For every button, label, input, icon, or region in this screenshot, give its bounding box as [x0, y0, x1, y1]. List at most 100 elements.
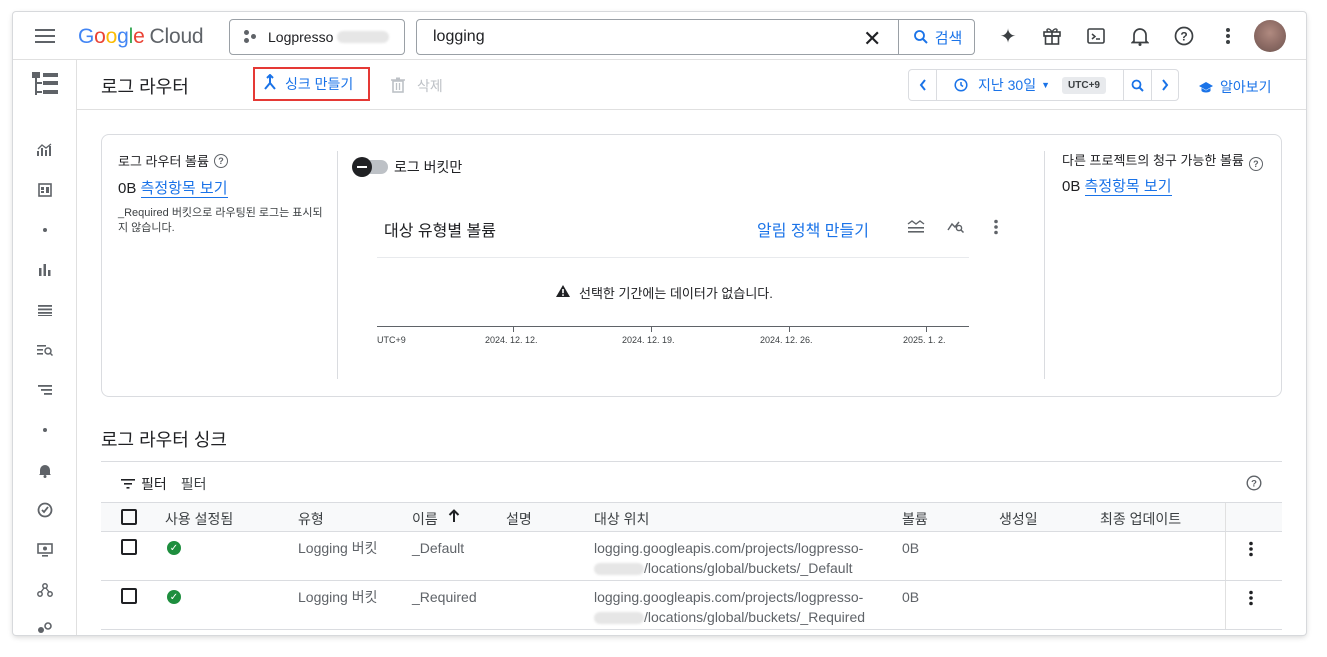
select-all-checkbox[interactable]: [121, 509, 137, 525]
logging-product-icon[interactable]: [30, 70, 60, 98]
svg-text:?: ?: [1251, 479, 1257, 490]
row-checkbox[interactable]: [121, 539, 137, 555]
search-button[interactable]: 검색: [898, 20, 975, 54]
chart-more-icon[interactable]: [993, 219, 999, 239]
monitor-icon[interactable]: [35, 540, 55, 560]
filter-bar: 필터 필터 ?: [101, 462, 1282, 503]
cloud-shell-icon[interactable]: [1084, 24, 1108, 48]
gift-icon[interactable]: [1040, 24, 1064, 48]
zoom-icon: [1131, 79, 1144, 92]
other-projects-value: 0B: [1062, 178, 1081, 195]
left-nav-rail: [13, 60, 77, 635]
row-name[interactable]: _Required: [412, 587, 477, 607]
x-tick: [513, 327, 514, 332]
explore-chart-icon[interactable]: [947, 219, 965, 237]
alerting-icon[interactable]: [35, 460, 55, 480]
row-type: Logging 버킷: [298, 589, 378, 605]
redacted-text: [594, 563, 644, 576]
sinks-table: 필터 필터 ? 사용 설정됨 유형 이름 설명 대상 위치 볼륨 생성일 최종 …: [101, 461, 1282, 630]
router-volume-value: 0B: [118, 180, 137, 197]
x-tick-label: 2025. 1. 2.: [903, 335, 946, 345]
logs-list-icon[interactable]: [35, 300, 55, 320]
avatar[interactable]: [1254, 20, 1286, 52]
nav-separator-dot: [35, 420, 55, 440]
col-name[interactable]: 이름: [412, 509, 460, 529]
help-icon[interactable]: ?: [1246, 475, 1262, 496]
filter-icon: [121, 476, 135, 492]
google-cloud-logo[interactable]: Google Cloud: [78, 25, 204, 49]
filter-label: 필터: [141, 476, 167, 492]
logs-search-icon[interactable]: [35, 340, 55, 360]
svg-text:?: ?: [1180, 30, 1187, 44]
other-projects-panel: 다른 프로젝트의 청구 가능한 볼륨? 0B 측정항목 보기: [1062, 151, 1267, 196]
learn-button[interactable]: 알아보기: [1198, 77, 1272, 97]
row-more-icon[interactable]: [1248, 590, 1254, 606]
time-forward-button[interactable]: [1152, 70, 1178, 100]
metrics-explorer-icon[interactable]: [35, 140, 55, 160]
more-vert-icon[interactable]: [1216, 24, 1240, 48]
row-destination: logging.googleapis.com/projects/logpress…: [594, 589, 866, 625]
notifications-icon[interactable]: [1128, 24, 1152, 48]
column-divider: [1225, 581, 1226, 629]
log-router-icon[interactable]: [35, 380, 55, 400]
router-volume-label: 로그 라우터 볼륨: [118, 154, 209, 169]
bucket-only-toggle[interactable]: 로그 버킷만: [352, 157, 462, 177]
required-note: _Required 버킷으로 라우팅된 로그는 표시되지 않습니다.: [118, 207, 323, 234]
filter-control[interactable]: 필터 필터: [121, 474, 207, 494]
help-icon[interactable]: ?: [213, 153, 228, 168]
uptime-check-icon[interactable]: [35, 500, 55, 520]
dashboard-icon[interactable]: [35, 180, 55, 200]
col-enabled[interactable]: 사용 설정됨: [165, 509, 233, 529]
bar-chart-icon[interactable]: [35, 260, 55, 280]
timezone-badge: UTC+9: [1062, 76, 1106, 94]
time-back-button[interactable]: [909, 70, 937, 100]
x-tick-label: 2024. 12. 19.: [622, 335, 675, 345]
row-checkbox[interactable]: [121, 588, 137, 604]
x-axis-timezone: UTC+9: [377, 335, 406, 345]
gemini-icon[interactable]: ✦: [996, 24, 1020, 48]
redacted-text: [337, 31, 390, 43]
create-sink-button[interactable]: 싱크 만들기: [253, 67, 370, 101]
delete-button[interactable]: 삭제: [391, 76, 443, 96]
check-circle-icon: ✓: [167, 541, 181, 555]
create-alert-policy-link[interactable]: 알림 정책 만들기: [757, 217, 869, 241]
project-picker[interactable]: Logpresso: [229, 19, 405, 55]
row-volume: 0B: [902, 540, 920, 556]
search-icon: [913, 30, 928, 44]
school-icon: [1199, 81, 1213, 92]
clear-icon[interactable]: ✕: [863, 26, 881, 52]
col-updated[interactable]: 최종 업데이트: [1100, 509, 1181, 529]
other-projects-label: 다른 프로젝트의 청구 가능한 볼륨: [1062, 153, 1244, 168]
row-type: Logging 버킷: [298, 540, 378, 556]
trash-icon: [391, 77, 405, 96]
col-volume[interactable]: 볼륨: [902, 509, 928, 529]
integrations-icon[interactable]: [35, 618, 55, 635]
chevron-left-icon: [919, 79, 926, 91]
project-name: Logpresso: [268, 29, 334, 45]
col-created[interactable]: 생성일: [999, 509, 1038, 529]
col-description[interactable]: 설명: [506, 509, 532, 529]
menu-icon[interactable]: [35, 29, 55, 43]
row-name[interactable]: _Default: [412, 538, 464, 558]
table-row: ✓ Logging 버킷 _Default logging.googleapis…: [101, 532, 1282, 581]
no-data-message: 선택한 기간에는 데이터가 없습니다.: [555, 283, 773, 302]
help-icon[interactable]: ?: [1172, 24, 1196, 48]
col-destination[interactable]: 대상 위치: [594, 509, 649, 529]
x-tick-label: 2024. 12. 26.: [760, 335, 813, 345]
x-tick: [651, 327, 652, 332]
filter-input[interactable]: 필터: [181, 474, 207, 494]
time-range-dropdown[interactable]: 지난 30일 ▼ UTC+9: [937, 70, 1124, 100]
toggle-switch[interactable]: [352, 157, 388, 177]
search-input[interactable]: [433, 28, 833, 46]
other-view-metrics-link[interactable]: 측정항목 보기: [1084, 178, 1172, 196]
chart-legend-icon[interactable]: [907, 219, 925, 237]
row-more-icon[interactable]: [1248, 541, 1254, 557]
view-metrics-link[interactable]: 측정항목 보기: [140, 180, 228, 198]
zoom-button[interactable]: [1124, 70, 1152, 100]
router-volume-panel: 로그 라우터 볼륨? 0B 측정항목 보기 _Required 버킷으로 라우팅…: [118, 151, 323, 236]
col-type[interactable]: 유형: [298, 509, 324, 529]
warning-icon: [555, 284, 571, 301]
sort-arrow-up-icon: [448, 509, 460, 529]
help-icon[interactable]: ?: [1248, 157, 1263, 171]
services-graph-icon[interactable]: [35, 580, 55, 600]
